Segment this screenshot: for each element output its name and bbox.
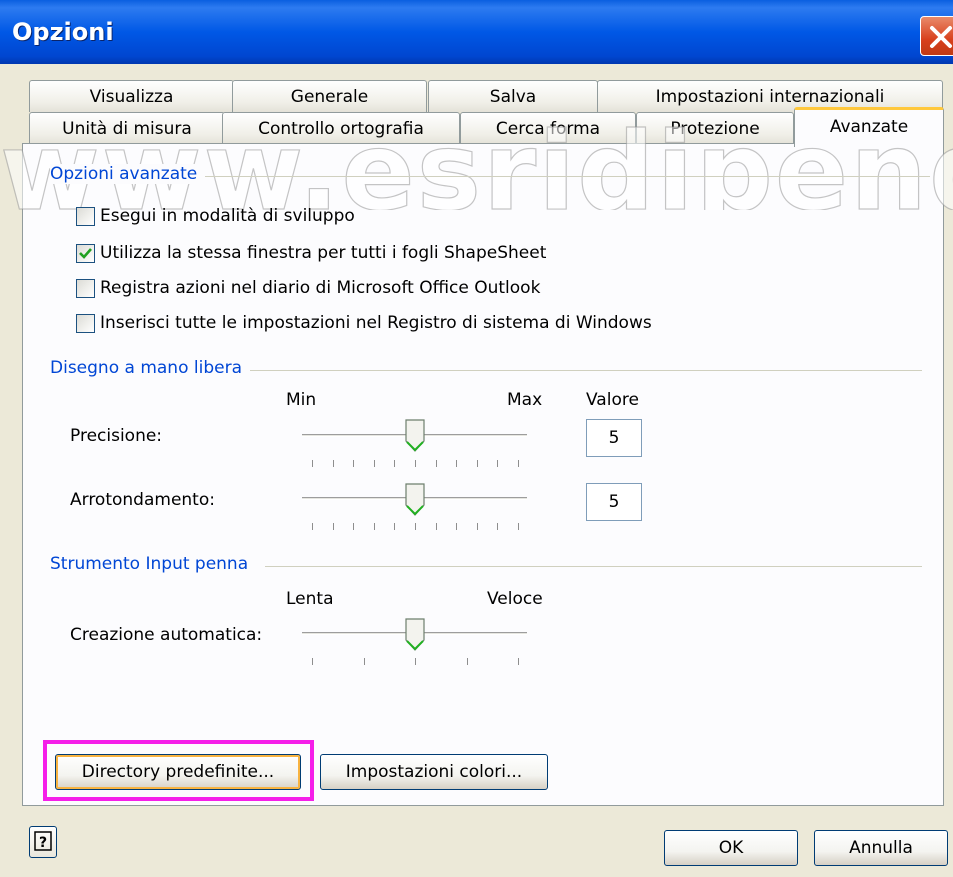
title-bar: Opzioni [0,0,953,64]
rounding-slider-thumb[interactable] [404,483,426,517]
tab-protezione[interactable]: Protezione [636,112,794,144]
rounding-value-field[interactable]: 5 [586,483,642,521]
tab-controllo-ortografia[interactable]: Controllo ortografia [222,112,460,144]
slider-tick [456,523,457,530]
checkbox-outlook-journal[interactable] [76,279,95,298]
group-divider [265,566,922,567]
auto-create-label: Creazione automatica: [70,625,263,645]
group-divider [205,176,930,177]
slider-tick [312,658,313,665]
group-title-disegno-mano-libera: Disegno a mano libera [50,358,248,378]
help-icon: ? [34,831,52,851]
checkbox-same-window[interactable] [76,244,95,263]
tab-avanzate[interactable]: Avanzate [794,107,944,147]
slider-tick [467,658,468,665]
slider-tick [415,460,416,467]
auto-create-slider-thumb[interactable] [404,618,426,652]
value-column-label: Valore [586,390,639,410]
slider-tick [394,460,395,467]
slider-tick [353,460,354,467]
slider-tick [477,460,478,467]
slider-tick [518,523,519,530]
tab-unita-di-misura[interactable]: Unità di misura [29,112,225,144]
slider-max-label: Max [507,390,543,410]
slider-tick [415,523,416,530]
slider-tick [333,460,334,467]
tab-cerca-forma[interactable]: Cerca forma [460,112,636,144]
tab-salva[interactable]: Salva [428,80,598,112]
slider-fast-label: Veloce [487,589,543,609]
svg-text:?: ? [39,835,47,851]
checkbox-windows-registry[interactable] [76,314,95,333]
checkbox-develop-mode[interactable] [76,207,95,226]
slider-tick [312,460,313,467]
slider-tick [333,523,334,530]
slider-tick [518,658,519,665]
close-icon [930,26,952,48]
window-title: Opzioni [12,18,114,46]
slider-tick [497,460,498,467]
slider-tick [518,460,519,467]
precision-slider-thumb[interactable] [404,419,426,453]
precision-value-field[interactable]: 5 [586,419,642,457]
slider-tick [477,523,478,530]
slider-tick [394,523,395,530]
slider-tick [497,523,498,530]
slider-tick [374,460,375,467]
cancel-button[interactable]: Annulla [814,830,948,866]
tab-generale[interactable]: Generale [232,80,427,112]
slider-tick [456,460,457,467]
group-title-opzioni-avanzate: Opzioni avanzate [50,164,204,184]
slider-tick [374,523,375,530]
check-icon [79,248,92,259]
slider-min-label: Min [286,390,317,410]
slider-tick [353,523,354,530]
tab-visualizza[interactable]: Visualizza [29,80,234,112]
highlight-box [43,740,314,801]
checkbox-label: Utilizza la stessa finestra per tutti i … [100,243,547,263]
slider-tick [364,658,365,665]
group-title-input-penna: Strumento Input penna [50,554,255,574]
slider-tick [436,460,437,467]
rounding-label: Arrotondamento: [70,490,215,510]
checkbox-label: Esegui in modalità di sviluppo [100,206,355,226]
precision-label: Precisione: [70,426,163,446]
slider-tick [436,523,437,530]
help-button[interactable]: ? [29,826,57,858]
color-settings-button[interactable]: Impostazioni colori... [320,754,548,790]
checkbox-label: Registra azioni nel diario di Microsoft … [100,278,541,298]
slider-tick [415,658,416,665]
checkbox-label: Inserisci tutte le impostazioni nel Regi… [100,313,652,333]
slider-tick [312,523,313,530]
slider-slow-label: Lenta [286,589,334,609]
group-divider [250,370,922,371]
close-button[interactable] [920,16,953,56]
ok-button[interactable]: OK [664,830,798,866]
